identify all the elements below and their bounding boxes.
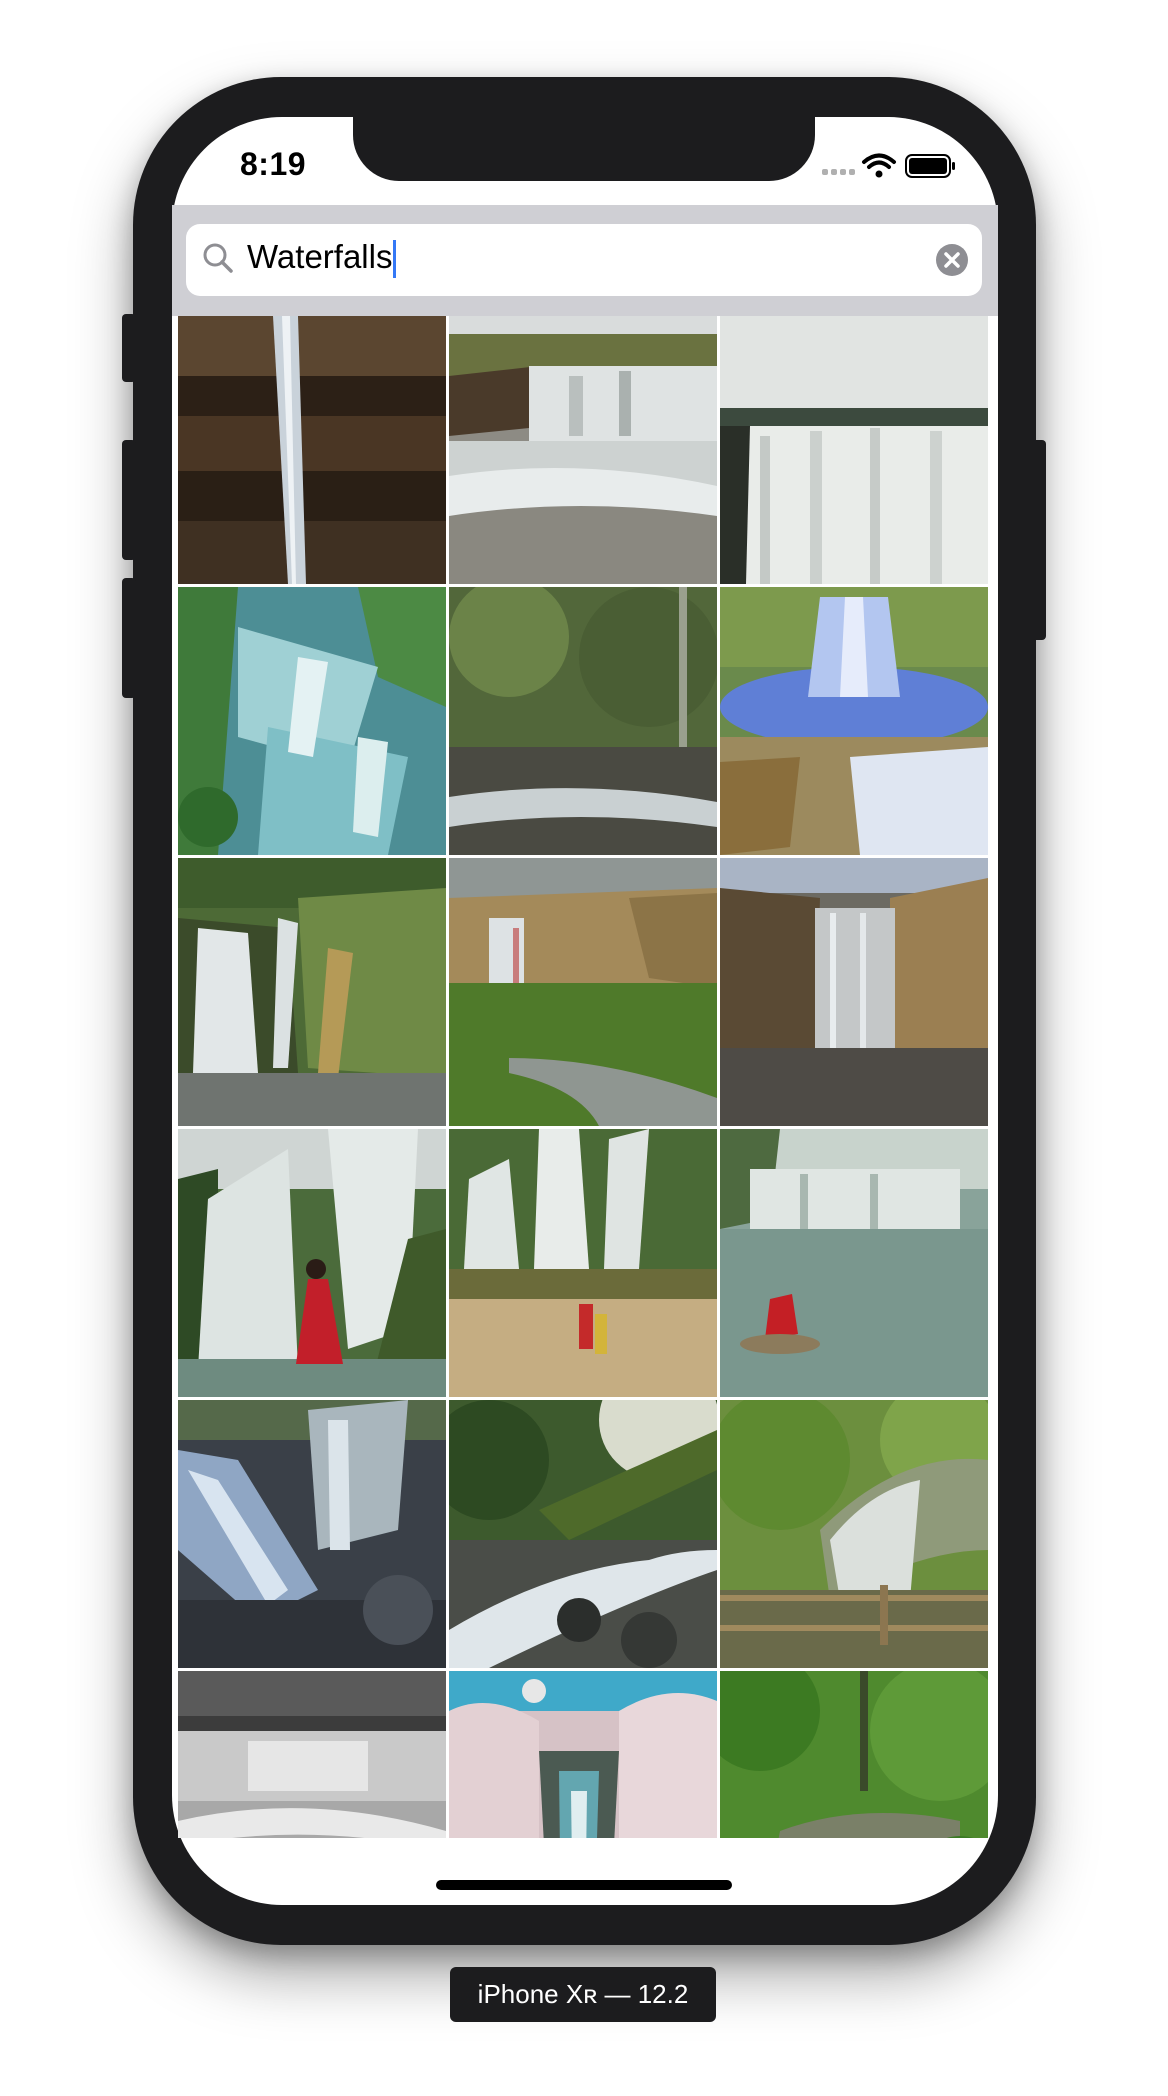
home-indicator[interactable] — [436, 1880, 732, 1890]
image-thumbnail — [720, 1400, 988, 1668]
result-image-7[interactable] — [178, 858, 446, 1126]
device-label: iPhone Xʀ — 12.2 — [450, 1967, 716, 2022]
status-icons — [822, 150, 962, 184]
result-image-11[interactable] — [449, 1129, 717, 1397]
power-button — [1032, 440, 1046, 640]
image-thumbnail — [449, 1129, 717, 1397]
search-icon — [203, 243, 233, 273]
image-thumbnail — [720, 858, 988, 1126]
results-grid — [178, 316, 991, 1838]
result-image-2[interactable] — [449, 316, 717, 584]
result-image-10[interactable] — [178, 1129, 446, 1397]
result-image-12[interactable] — [720, 1129, 988, 1397]
image-thumbnail — [178, 1129, 446, 1397]
result-image-14[interactable] — [449, 1400, 717, 1668]
image-thumbnail — [449, 587, 717, 855]
image-thumbnail — [449, 858, 717, 1126]
image-thumbnail — [178, 587, 446, 855]
result-image-4[interactable] — [178, 587, 446, 855]
image-thumbnail — [178, 1671, 446, 1838]
result-image-18[interactable] — [720, 1671, 988, 1838]
result-image-5[interactable] — [449, 587, 717, 855]
image-thumbnail — [720, 587, 988, 855]
result-image-13[interactable] — [178, 1400, 446, 1668]
battery-icon — [905, 154, 955, 178]
result-image-17[interactable] — [449, 1671, 717, 1838]
volume-up-button — [122, 440, 136, 560]
result-image-6[interactable] — [720, 587, 988, 855]
mute-switch — [122, 314, 136, 382]
volume-down-button — [122, 578, 136, 698]
search-input-value: Waterfalls — [247, 238, 393, 275]
image-thumbnail — [449, 1671, 717, 1838]
notch — [353, 117, 815, 181]
result-image-16[interactable] — [178, 1671, 446, 1838]
image-thumbnail — [449, 1400, 717, 1668]
image-thumbnail — [178, 1400, 446, 1668]
clear-icon[interactable] — [935, 243, 969, 277]
status-time: 8:19 — [240, 146, 307, 182]
result-image-3[interactable] — [720, 316, 988, 584]
result-image-9[interactable] — [720, 858, 988, 1126]
image-thumbnail — [178, 316, 446, 584]
image-thumbnail — [720, 1129, 988, 1397]
wifi-icon — [862, 153, 896, 178]
cellular-signal-icon — [822, 169, 855, 175]
result-image-1[interactable] — [178, 316, 446, 584]
result-image-15[interactable] — [720, 1400, 988, 1668]
image-thumbnail — [449, 316, 717, 584]
image-thumbnail — [720, 316, 988, 584]
image-thumbnail — [178, 858, 446, 1126]
result-image-8[interactable] — [449, 858, 717, 1126]
text-caret — [393, 240, 397, 279]
image-thumbnail — [720, 1671, 988, 1838]
search-input[interactable]: Waterfalls — [247, 236, 397, 279]
